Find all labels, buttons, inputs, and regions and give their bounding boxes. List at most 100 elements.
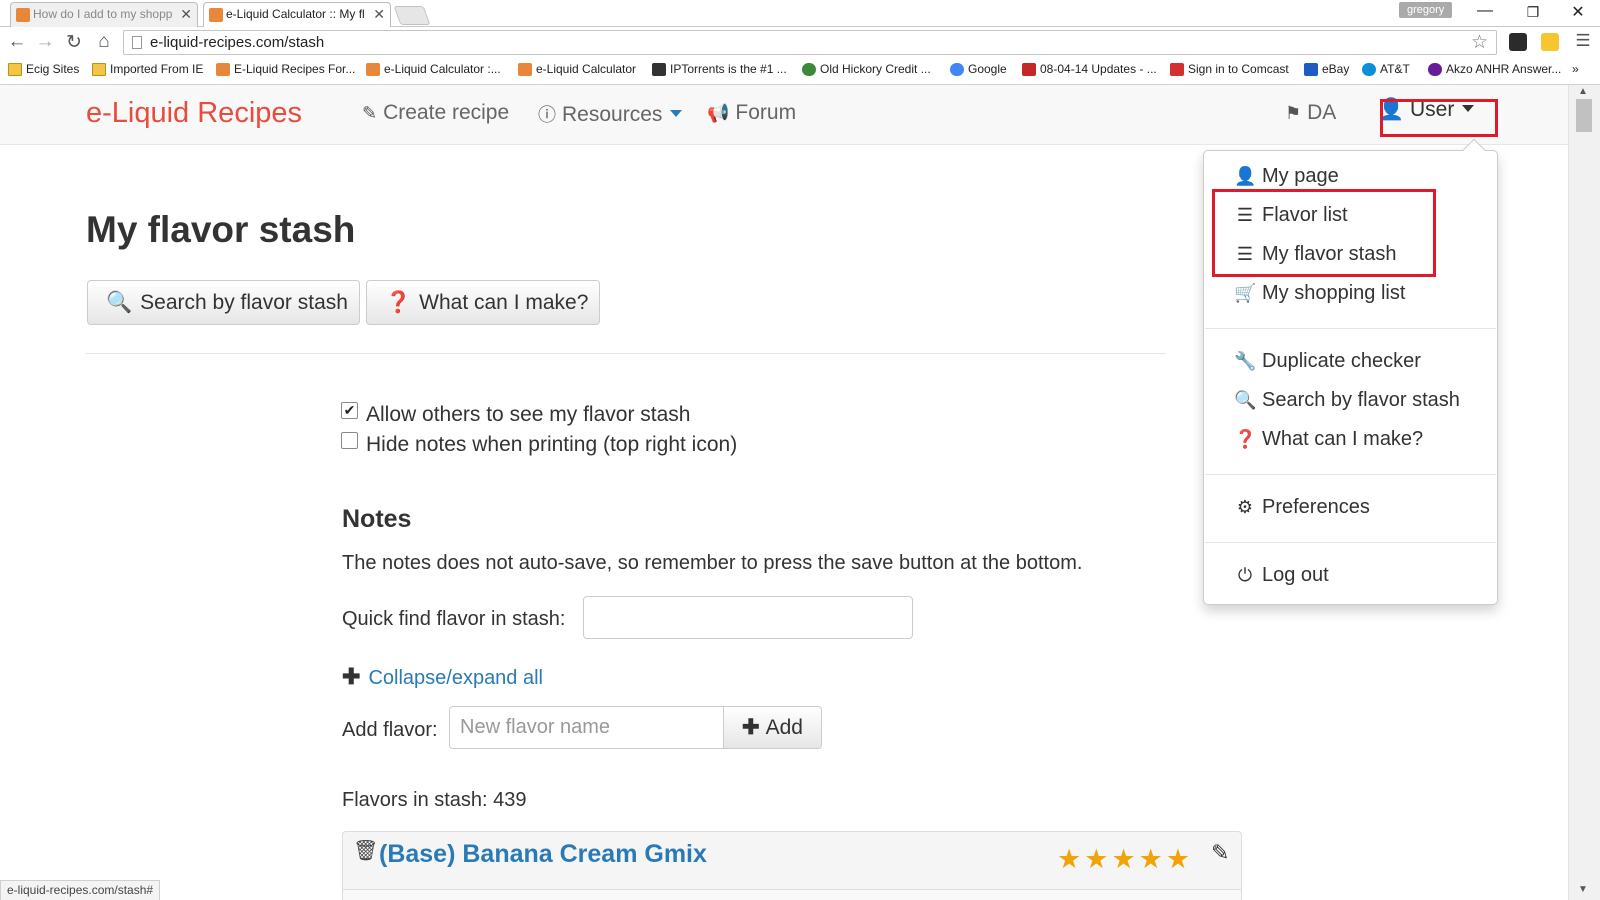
bookmark-item[interactable]: E-Liquid Recipes For...: [216, 62, 355, 76]
menu-item-what-can-i-make[interactable]: ❓ What can I make?: [1234, 428, 1423, 451]
browser-tab[interactable]: How do I add to my shopp ✕: [10, 2, 198, 27]
profile-badge[interactable]: gregory: [1399, 2, 1453, 18]
menu-item-search-by-stash[interactable]: 🔍 Search by flavor stash: [1234, 389, 1460, 412]
bookmark-item[interactable]: e-Liquid Calculator :...: [366, 62, 501, 76]
browser-tab-bar: How do I add to my shopp ✕ e-Liquid Calc…: [0, 0, 1600, 27]
browser-tab-active[interactable]: e-Liquid Calculator :: My fl ✕: [203, 2, 391, 27]
search-by-stash-button[interactable]: 🔍 Search by flavor stash: [87, 280, 360, 325]
close-icon[interactable]: ✕: [180, 3, 192, 25]
site-favicon-icon: [16, 8, 30, 22]
nav-create-recipe[interactable]: ✎ Create recipe: [362, 101, 509, 125]
bookmark-star-icon[interactable]: ☆: [1471, 31, 1488, 54]
extension-icon[interactable]: [1541, 33, 1559, 51]
site-favicon-icon: [652, 63, 666, 76]
hide-notes-checkbox[interactable]: [341, 432, 358, 449]
google-icon: [950, 63, 964, 76]
menu-item-shopping-list[interactable]: 🛒 My shopping list: [1234, 282, 1405, 305]
site-brand-link[interactable]: e-Liquid Recipes: [86, 97, 302, 130]
site-navbar: e-Liquid Recipes ✎ Create recipe ⓘ Resourc…: [0, 85, 1568, 145]
pencil-icon: ✎: [362, 103, 378, 123]
site-favicon-icon: [366, 63, 380, 76]
star-icon[interactable]: ★: [1057, 844, 1081, 874]
address-bar[interactable]: e-liquid-recipes.com/stash ☆: [123, 30, 1497, 55]
bookmark-item[interactable]: e-Liquid Calculator: [518, 62, 636, 76]
quick-find-label: Quick find flavor in stash:: [342, 608, 566, 630]
star-icon[interactable]: ★: [1166, 844, 1190, 874]
more-bookmarks-icon[interactable]: »: [1572, 62, 1579, 76]
menu-icon[interactable]: ☰: [1571, 31, 1595, 51]
what-can-i-make-button[interactable]: ❓ What can I make?: [366, 280, 600, 325]
gmail-icon: [1022, 63, 1036, 76]
notes-heading: Notes: [342, 505, 412, 533]
menu-item-log-out[interactable]: ⏻ Log out: [1234, 564, 1329, 587]
new-flavor-input[interactable]: [449, 706, 724, 749]
gear-icon: ⚙: [1236, 497, 1254, 517]
bookmark-item[interactable]: 08-04-14 Updates - ...: [1022, 62, 1157, 76]
search-icon: 🔍: [106, 291, 133, 314]
quick-find-input[interactable]: [583, 596, 913, 639]
menu-divider: [1205, 542, 1496, 543]
folder-icon: [8, 63, 22, 76]
restore-icon[interactable]: ❐: [1513, 4, 1553, 21]
bookmark-item[interactable]: Old Hickory Credit ...: [802, 62, 931, 76]
bookmark-item[interactable]: Ecig Sites: [8, 62, 79, 76]
wrench-icon: 🔧: [1234, 351, 1257, 371]
allow-others-checkbox[interactable]: ✔: [341, 402, 358, 419]
rating-stars[interactable]: ★ ★ ★ ★ ★: [1057, 844, 1193, 875]
window-close-icon[interactable]: ✕: [1558, 2, 1598, 22]
flavor-panel: 🗑 (Base) Banana Cream Gmix ★ ★ ★ ★ ★ ✎: [342, 831, 1242, 891]
reload-icon[interactable]: ↻: [62, 31, 86, 54]
star-icon[interactable]: ★: [1084, 844, 1108, 874]
page-title: My flavor stash: [86, 209, 356, 250]
bookmark-item[interactable]: Sign in to Comcast: [1170, 62, 1289, 76]
plus-icon: ✚: [342, 664, 361, 689]
highlight-box: [1380, 99, 1498, 137]
url-text: e-liquid-recipes.com/stash: [150, 34, 325, 51]
site-favicon-icon: [802, 63, 816, 76]
back-icon[interactable]: ←: [5, 31, 29, 53]
flavor-name-link[interactable]: (Base) Banana Cream Gmix: [379, 840, 707, 869]
megaphone-icon: 📢: [707, 103, 730, 123]
edit-icon[interactable]: ✎: [1211, 840, 1229, 866]
new-tab-button[interactable]: [393, 6, 431, 25]
browser-toolbar: ← → ↻ ⌂ e-liquid-recipes.com/stash ☆ ☰: [0, 27, 1600, 58]
site-favicon-icon: [216, 63, 230, 76]
scrollbar-thumb[interactable]: [1576, 99, 1592, 132]
nav-language[interactable]: ⚑ DA: [1285, 101, 1336, 125]
minimize-icon[interactable]: —: [1465, 2, 1505, 20]
tab-title: How do I add to my shopp: [33, 7, 173, 21]
menu-item-duplicate-checker[interactable]: 🔧 Duplicate checker: [1234, 350, 1421, 373]
star-icon[interactable]: ★: [1139, 844, 1163, 874]
bookmark-item[interactable]: Imported From IE: [92, 62, 203, 76]
bookmark-item[interactable]: AT&T: [1362, 62, 1410, 76]
nav-forum[interactable]: 📢 Forum: [707, 101, 796, 125]
close-icon[interactable]: ✕: [373, 3, 385, 25]
scroll-down-icon[interactable]: ▼: [1578, 884, 1588, 895]
flavor-panel: [342, 889, 1242, 900]
home-icon[interactable]: ⌂: [92, 31, 116, 53]
bookmark-item[interactable]: IPTorrents is the #1 ...: [652, 62, 787, 76]
user-icon: 👤: [1234, 166, 1257, 186]
scroll-up-icon[interactable]: ▲: [1578, 86, 1588, 97]
extension-icon[interactable]: [1509, 33, 1527, 51]
allow-others-label: Allow others to see my flavor stash: [366, 403, 691, 426]
trash-icon[interactable]: 🗑: [353, 838, 378, 863]
bookmark-item[interactable]: Akzo ANHR Answer...: [1428, 62, 1561, 76]
highlight-box: [1212, 189, 1436, 277]
star-icon[interactable]: ★: [1111, 844, 1135, 874]
page-scrollbar[interactable]: ▲ ▼: [1568, 85, 1600, 900]
plus-icon: ✚: [742, 716, 760, 739]
menu-divider: [1205, 474, 1496, 475]
add-flavor-label: Add flavor:: [342, 719, 438, 741]
collapse-expand-link[interactable]: ✚ Collapse/expand all: [342, 664, 543, 690]
bookmark-item[interactable]: Google: [950, 62, 1007, 76]
forward-icon[interactable]: →: [33, 31, 57, 53]
cart-icon: 🛒: [1234, 283, 1257, 303]
add-flavor-button[interactable]: ✚ Add: [723, 706, 822, 749]
bookmark-item[interactable]: eBay: [1304, 62, 1349, 76]
nav-resources[interactable]: ⓘ Resources: [538, 101, 683, 127]
menu-item-preferences[interactable]: ⚙ Preferences: [1234, 496, 1370, 519]
menu-item-my-page[interactable]: 👤 My page: [1234, 165, 1339, 188]
folder-icon: [92, 63, 106, 76]
info-icon: ⓘ: [538, 105, 556, 125]
